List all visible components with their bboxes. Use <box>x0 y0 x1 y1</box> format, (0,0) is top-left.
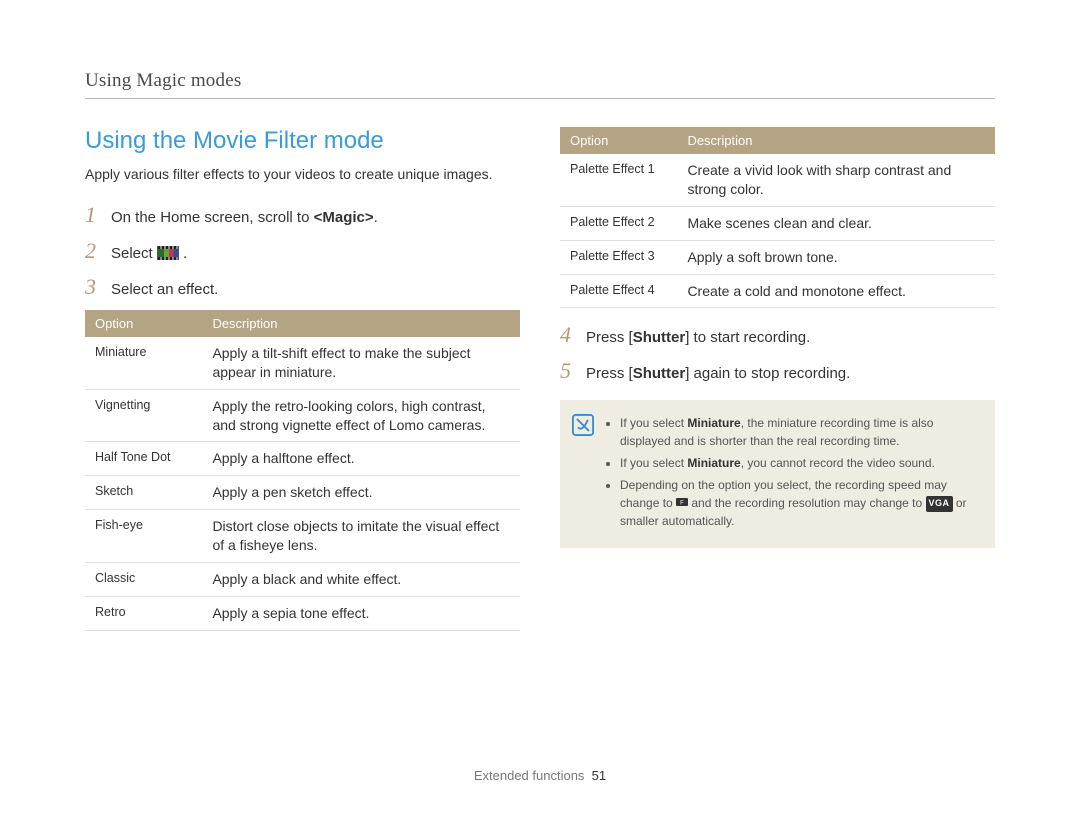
step-number: 2 <box>85 238 111 264</box>
left-column: Using the Movie Filter mode Apply variou… <box>85 127 520 645</box>
table-row: Fish-eyeDistort close objects to imitate… <box>85 510 520 563</box>
page-number: 51 <box>592 768 606 783</box>
table-row: Palette Effect 1Create a vivid look with… <box>560 154 995 206</box>
header-divider <box>85 98 995 99</box>
footer-label: Extended functions <box>474 768 585 783</box>
note-item: If you select Miniature, you cannot reco… <box>620 454 979 472</box>
step-list-left: 1 On the Home screen, scroll to <Magic>.… <box>85 202 520 300</box>
table-row: RetroApply a sepia tone effect. <box>85 596 520 630</box>
section-title: Using the Movie Filter mode <box>85 127 520 155</box>
step-item: 2 Select . <box>85 238 520 264</box>
table-row: ClassicApply a black and white effect. <box>85 563 520 597</box>
svg-text:F: F <box>680 501 684 507</box>
step-text: Press [Shutter] again to stop recording. <box>586 363 850 384</box>
breadcrumb-header: Using Magic modes <box>85 70 995 92</box>
th-description: Description <box>202 310 520 337</box>
table-row: Half Tone DotApply a halftone effect. <box>85 442 520 476</box>
table-row: Palette Effect 4Create a cold and monoto… <box>560 274 995 308</box>
effects-table-right: Option Description Palette Effect 1Creat… <box>560 127 995 308</box>
note-list: If you select Miniature, the miniature r… <box>604 414 979 534</box>
table-row: MiniatureApply a tilt-shift effect to ma… <box>85 337 520 389</box>
table-row: SketchApply a pen sketch effect. <box>85 476 520 510</box>
step-number: 4 <box>560 322 586 348</box>
step-number: 5 <box>560 358 586 384</box>
note-item: If you select Miniature, the miniature r… <box>620 414 979 450</box>
step-number: 3 <box>85 274 111 300</box>
th-description: Description <box>677 127 995 154</box>
step-text: Select an effect. <box>111 279 218 300</box>
table-row: VignettingApply the retro-looking colors… <box>85 389 520 442</box>
step-text: On the Home screen, scroll to <Magic>. <box>111 207 378 228</box>
note-box: If you select Miniature, the miniature r… <box>560 400 995 548</box>
step-item: 4 Press [Shutter] to start recording. <box>560 322 995 348</box>
note-icon <box>572 414 594 436</box>
right-column: Option Description Palette Effect 1Creat… <box>560 127 995 645</box>
step-text: Select . <box>111 243 187 264</box>
movie-filter-icon <box>157 246 179 260</box>
page-footer: Extended functions 51 <box>0 768 1080 783</box>
step-text: Press [Shutter] to start recording. <box>586 327 810 348</box>
effects-table-left: Option Description MiniatureApply a tilt… <box>85 310 520 631</box>
speed-icon: F <box>676 496 688 508</box>
intro-text: Apply various filter effects to your vid… <box>85 165 520 184</box>
th-option: Option <box>560 127 677 154</box>
table-row: Palette Effect 2Make scenes clean and cl… <box>560 206 995 240</box>
step-list-right: 4 Press [Shutter] to start recording. 5 … <box>560 322 995 384</box>
step-item: 5 Press [Shutter] again to stop recordin… <box>560 358 995 384</box>
table-row: Palette Effect 3Apply a soft brown tone. <box>560 240 995 274</box>
step-number: 1 <box>85 202 111 228</box>
th-option: Option <box>85 310 202 337</box>
step-item: 1 On the Home screen, scroll to <Magic>. <box>85 202 520 228</box>
vga-badge: VGA <box>926 496 953 512</box>
step-item: 3 Select an effect. <box>85 274 520 300</box>
note-item: Depending on the option you select, the … <box>620 476 979 530</box>
